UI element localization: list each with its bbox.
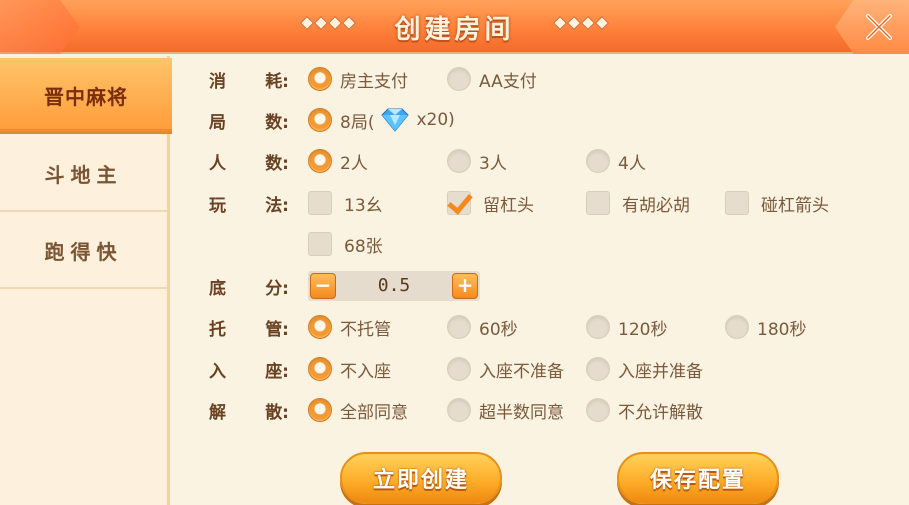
hosting-option-120[interactable]: 120秒 [586, 315, 667, 340]
hosting-row: 托管: 不托管 60秒 120秒 180秒 [173, 312, 909, 342]
radio-icon [586, 398, 610, 422]
players-row: 人数: 2人 3人 4人 [173, 146, 909, 176]
radio-icon [447, 67, 471, 91]
radio-selected-icon [308, 357, 332, 381]
radio-icon [586, 315, 610, 339]
rule-youhubihu[interactable]: 有胡必胡 [586, 191, 690, 216]
seat-option-ready[interactable]: 入座并准备 [586, 357, 703, 382]
seat-option-none[interactable]: 不入座 [308, 357, 391, 382]
checkbox-checked-icon [447, 191, 471, 215]
consume-option-aa[interactable]: AA支付 [447, 67, 537, 92]
players-option-4[interactable]: 4人 [586, 149, 646, 174]
sidebar-item-doudizhu[interactable]: 斗地主 [0, 136, 167, 212]
radio-icon [447, 357, 471, 381]
rounds-label: 局数: [209, 112, 289, 133]
base-score-stepper: − 0.5 + [308, 271, 480, 301]
players-label: 人数: [209, 153, 289, 174]
rule-liugangtou[interactable]: 留杠头 [447, 191, 534, 216]
hosting-option-180[interactable]: 180秒 [725, 315, 806, 340]
plus-button[interactable]: + [452, 273, 478, 299]
radio-icon [725, 315, 749, 339]
rounds-row: 局数: 8局( x20) [173, 105, 909, 135]
radio-selected-icon [308, 315, 332, 339]
radio-icon [586, 357, 610, 381]
seat-row: 入座: 不入座 入座不准备 入座并准备 [173, 354, 909, 384]
dissolve-option-all[interactable]: 全部同意 [308, 398, 408, 423]
game-sidebar: 晋中麻将 斗地主 跑得快 [0, 56, 172, 505]
header-bar: 创建房间 [0, 0, 909, 54]
dissolve-option-disallow[interactable]: 不允许解散 [586, 398, 703, 423]
rounds-option-8[interactable]: 8局( x20) [308, 107, 455, 133]
base-score-label: 底分: [209, 278, 289, 299]
radio-icon [447, 398, 471, 422]
minus-button[interactable]: − [310, 273, 336, 299]
players-option-3[interactable]: 3人 [447, 149, 507, 174]
rule-68zhang[interactable]: 68张 [308, 232, 383, 257]
consume-row: 消耗: 房主支付 AA支付 [173, 64, 909, 94]
seat-option-not-ready[interactable]: 入座不准备 [447, 357, 564, 382]
save-config-button[interactable]: 保存配置 [617, 452, 779, 504]
checkbox-icon [725, 191, 749, 215]
dissolve-option-majority[interactable]: 超半数同意 [447, 398, 564, 423]
create-now-button[interactable]: 立即创建 [340, 452, 502, 504]
radio-selected-icon [308, 67, 332, 91]
play-rules-row: 玩法: 13幺 留杠头 有胡必胡 碰杠箭头 [173, 188, 909, 218]
base-score-row: 底分: − 0.5 + [173, 271, 909, 301]
sidebar-item-paodekuai[interactable]: 跑得快 [0, 213, 167, 289]
diamond-ornament-right [552, 15, 610, 31]
dissolve-row: 解散: 全部同意 超半数同意 不允许解散 [173, 395, 909, 425]
room-settings-form: 消耗: 房主支付 AA支付 局数: 8局( x20) 人数: 2人 3人 4人 … [173, 56, 909, 505]
sidebar-item-jinzhong-mahjong[interactable]: 晋中麻将 [0, 58, 172, 134]
close-icon [866, 14, 892, 40]
hosting-option-none[interactable]: 不托管 [308, 315, 391, 340]
play-rules-label: 玩法: [209, 195, 289, 216]
consume-label: 消耗: [209, 71, 289, 92]
diamond-gem-icon [381, 108, 410, 132]
radio-icon [586, 149, 610, 173]
dissolve-label: 解散: [209, 402, 289, 423]
checkbox-icon [308, 191, 332, 215]
consume-option-owner[interactable]: 房主支付 [308, 67, 408, 92]
checkbox-icon [308, 232, 332, 256]
checkbox-icon [586, 191, 610, 215]
seat-label: 入座: [209, 361, 289, 382]
play-rules-row-2: 68张 [173, 229, 909, 259]
radio-icon [447, 315, 471, 339]
radio-selected-icon [308, 149, 332, 173]
rule-penggangjiantou[interactable]: 碰杠箭头 [725, 191, 829, 216]
page-title: 创建房间 [394, 14, 515, 45]
hosting-option-60[interactable]: 60秒 [447, 315, 518, 340]
radio-icon [447, 149, 471, 173]
radio-selected-icon [308, 398, 332, 422]
players-option-2[interactable]: 2人 [308, 149, 368, 174]
hosting-label: 托管: [209, 319, 289, 340]
radio-selected-icon [308, 108, 332, 132]
rule-13yao[interactable]: 13幺 [308, 191, 383, 216]
base-score-value: 0.5 [377, 275, 411, 296]
